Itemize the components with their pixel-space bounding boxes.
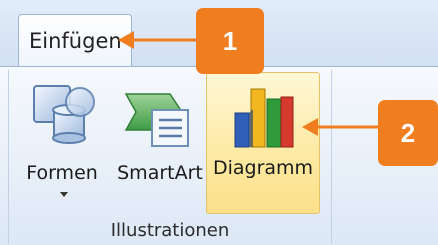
callout-badge-1: 1: [196, 8, 264, 74]
callout-badge-2: 2: [378, 100, 438, 166]
